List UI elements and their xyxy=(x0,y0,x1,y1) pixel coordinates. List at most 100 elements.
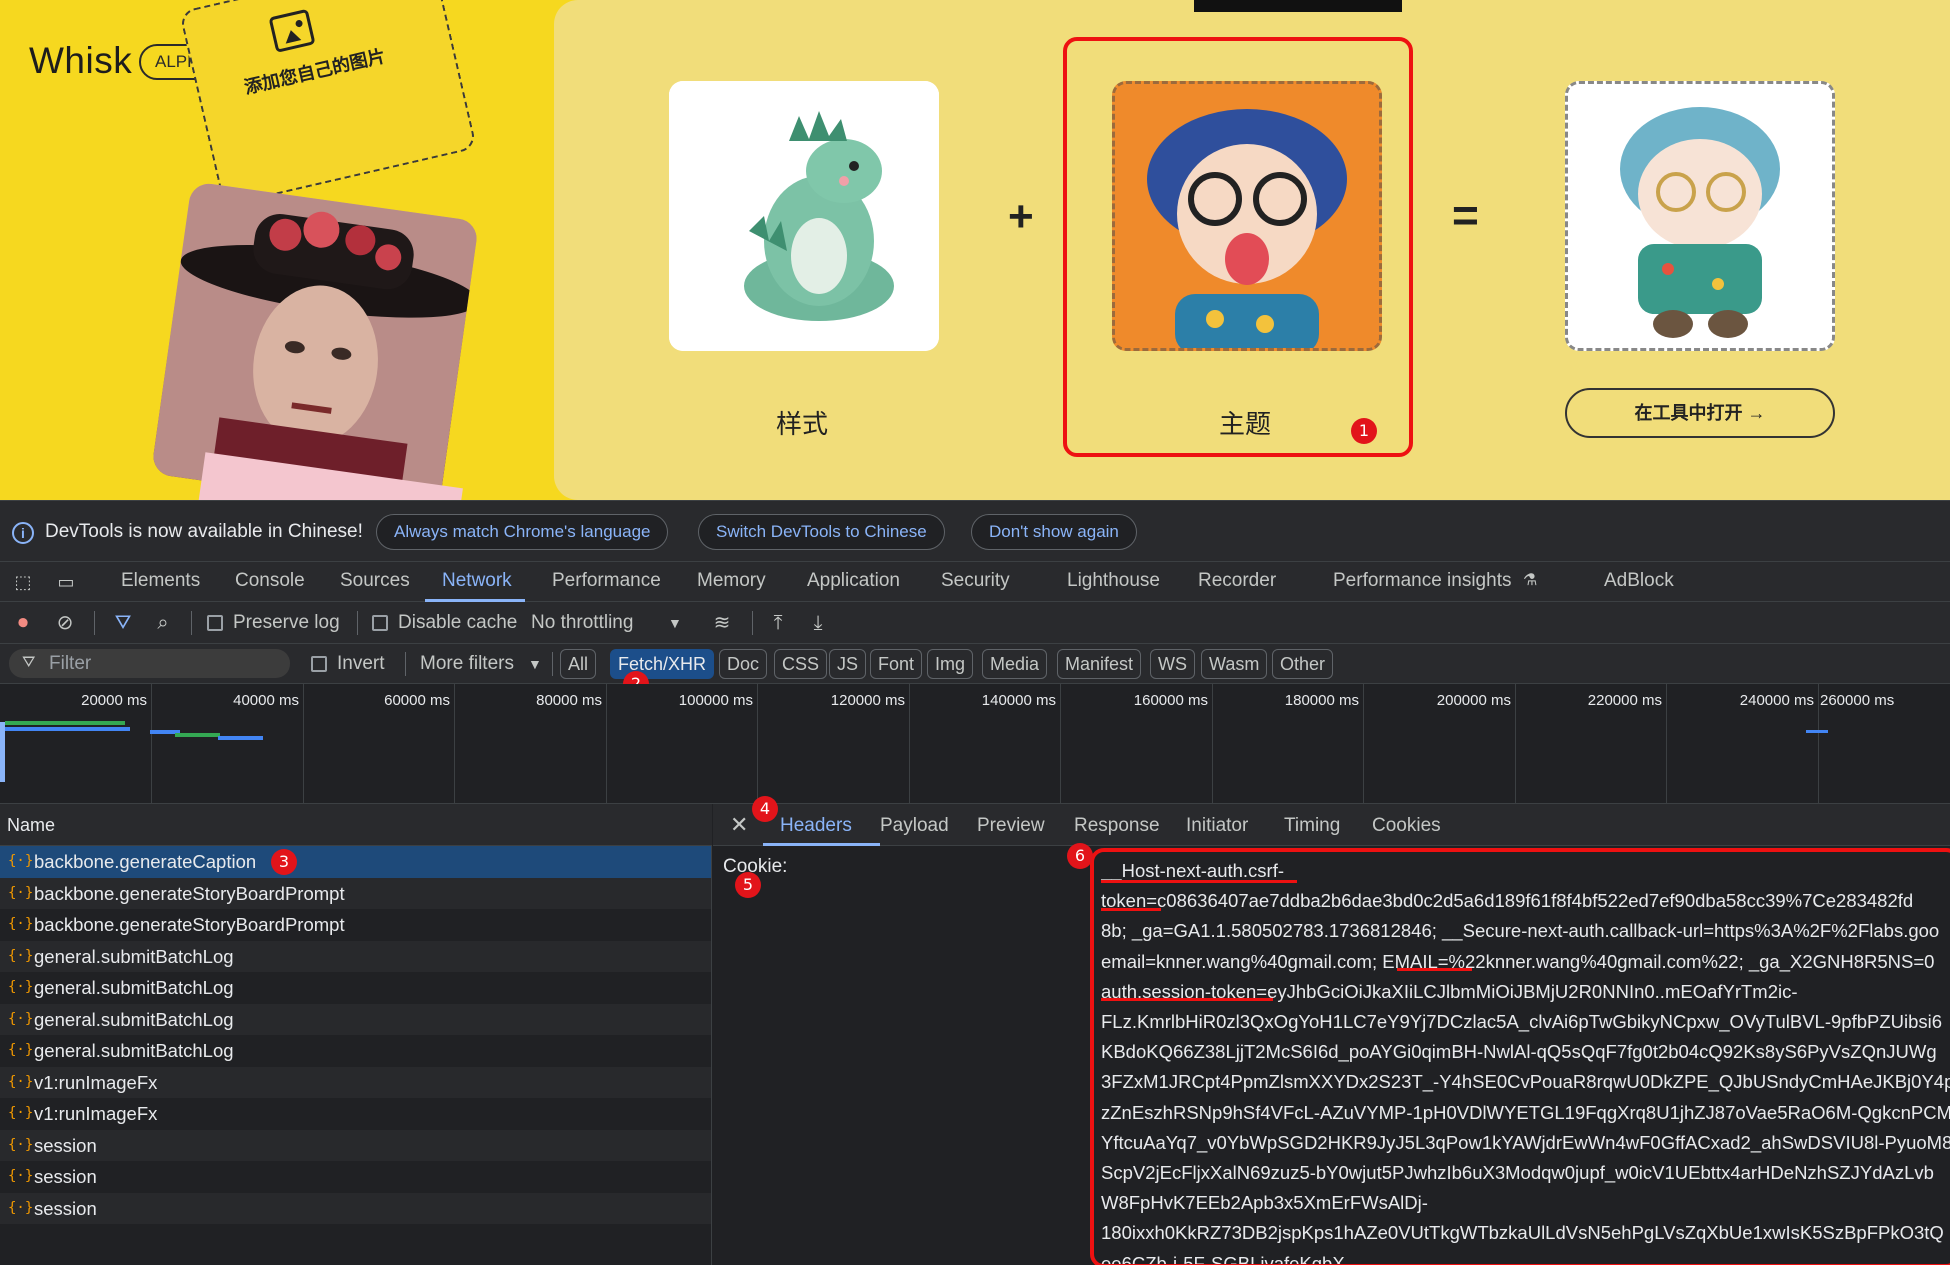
upload-image-card[interactable]: 添加您自己的图片 xyxy=(178,0,478,207)
devtools-tab-bar: ⬚ ▭ Elements Console Sources Network Per… xyxy=(0,562,1950,602)
open-in-tool-button[interactable]: 在工具中打开 → xyxy=(1565,388,1835,438)
more-filters-dropdown[interactable]: More filters xyxy=(420,653,514,675)
name-column-header[interactable]: Name xyxy=(0,804,712,846)
tab-payload[interactable]: Payload xyxy=(880,815,949,837)
preserve-log-label: Preserve log xyxy=(233,612,340,633)
tab-memory[interactable]: Memory xyxy=(697,570,766,592)
timeline-gridline xyxy=(1363,684,1364,804)
plus-operator: + xyxy=(1008,192,1034,241)
invert-checkbox[interactable] xyxy=(311,656,327,672)
request-row[interactable]: {·} backbone.generateStoryBoardPrompt xyxy=(0,909,711,941)
chevron-down-icon[interactable]: ▼ xyxy=(668,615,682,631)
request-row[interactable]: {·} backbone.generateStoryBoardPrompt xyxy=(0,877,711,909)
import-har-icon[interactable]: ⤒ xyxy=(766,611,790,635)
style-image[interactable] xyxy=(669,81,939,351)
dont-show-again-button[interactable]: Don't show again xyxy=(971,514,1137,550)
filter-funnel-icon[interactable]: ⛛ xyxy=(111,611,135,635)
top-handle xyxy=(1194,0,1402,12)
annotation-underline xyxy=(1397,968,1472,971)
network-conditions-icon[interactable]: ≋ xyxy=(710,611,734,635)
tab-elements[interactable]: Elements xyxy=(121,570,200,592)
tab-adblock[interactable]: AdBlock xyxy=(1604,570,1674,592)
request-row[interactable]: {·} backbone.generateCaption xyxy=(0,846,711,878)
request-name: general.submitBatchLog xyxy=(34,945,234,967)
request-list: Name {·} backbone.generateCaption {·} back… xyxy=(0,804,712,1265)
record-stop-icon[interactable]: ⏺ xyxy=(11,611,35,635)
filter-chip-doc[interactable]: Doc xyxy=(719,649,768,679)
filter-chip-js[interactable]: JS xyxy=(829,649,867,679)
filter-chip-img[interactable]: Img xyxy=(927,649,974,679)
tab-initiator[interactable]: Initiator xyxy=(1186,815,1248,837)
tab-headers[interactable]: Headers xyxy=(780,815,852,837)
request-name: session xyxy=(34,1166,97,1187)
request-row[interactable]: {·} general.submitBatchLog xyxy=(0,1035,711,1067)
tab-sources[interactable]: Sources xyxy=(340,570,410,592)
chevron-down-icon[interactable]: ▼ xyxy=(528,656,542,672)
toolbar-divider xyxy=(191,611,192,635)
tab-cookies[interactable]: Cookies xyxy=(1372,815,1441,837)
tab-performance-insights[interactable]: Performance insights xyxy=(1333,570,1511,592)
request-name: session xyxy=(34,1134,97,1156)
filter-chip-css[interactable]: CSS xyxy=(774,649,828,679)
filter-chip-manifest[interactable]: Manifest xyxy=(1057,649,1142,679)
inspect-element-icon[interactable]: ⬚ xyxy=(12,572,34,592)
search-icon[interactable]: ⌕ xyxy=(151,611,175,635)
request-row[interactable]: {·} v1:runImageFx xyxy=(0,1066,711,1098)
tab-recorder[interactable]: Recorder xyxy=(1198,570,1276,592)
export-har-icon[interactable]: ⤓ xyxy=(806,611,830,635)
tab-response[interactable]: Response xyxy=(1074,815,1160,837)
request-row[interactable]: {·} general.submitBatchLog xyxy=(0,972,711,1004)
timeline-gridline xyxy=(454,684,455,804)
xhr-icon: {·} xyxy=(8,916,34,932)
devtools-language-infobar: i DevTools is now available in Chinese! … xyxy=(0,500,1950,562)
filter-chip-other[interactable]: Other xyxy=(1272,649,1334,679)
disable-cache-checkbox[interactable] xyxy=(372,615,388,631)
filter-chip-wasm[interactable]: Wasm xyxy=(1201,649,1268,679)
active-detail-tab-indicator xyxy=(763,843,880,846)
tab-console[interactable]: Console xyxy=(235,570,305,592)
request-row[interactable]: {·} v1:runImageFx xyxy=(0,1098,711,1130)
filter-chip-media[interactable]: Media xyxy=(982,649,1048,679)
timeline-gridline xyxy=(1818,684,1819,804)
timeline-gridline xyxy=(1060,684,1061,804)
request-row[interactable]: {·} session xyxy=(0,1192,711,1224)
filter-chip-all[interactable]: All xyxy=(560,649,597,679)
filter-icon: ⛛ xyxy=(22,654,36,671)
timeline-gridline xyxy=(303,684,304,804)
tab-performance[interactable]: Performance xyxy=(552,570,661,592)
device-toolbar-icon[interactable]: ▭ xyxy=(55,572,77,592)
throttling-select[interactable]: No throttling xyxy=(531,612,633,634)
filter-input[interactable]: Filter xyxy=(9,649,290,678)
detail-tab-bar: ✕ Headers Payload Preview Response Initi… xyxy=(713,804,1950,846)
request-row[interactable]: {·} session xyxy=(0,1161,711,1193)
request-row[interactable]: {·} session xyxy=(0,1129,711,1161)
preserve-log-checkbox[interactable] xyxy=(207,615,223,631)
timeline-gridline xyxy=(1666,684,1667,804)
infobar-message: DevTools is now available in Chinese! xyxy=(45,521,363,542)
invert-label: Invert xyxy=(337,653,385,674)
tab-lighthouse[interactable]: Lighthouse xyxy=(1067,570,1160,592)
xhr-icon: {·} xyxy=(8,1136,34,1153)
image-icon xyxy=(268,8,316,53)
subject-photo[interactable] xyxy=(150,181,480,500)
tab-timing[interactable]: Timing xyxy=(1284,815,1340,837)
close-icon[interactable]: ✕ xyxy=(730,812,748,838)
toolbar-divider xyxy=(357,611,358,635)
network-overview-timeline[interactable]: 20000 ms 40000 ms 60000 ms 80000 ms 1000… xyxy=(0,684,1950,804)
match-language-button[interactable]: Always match Chrome's language xyxy=(376,514,669,550)
request-row[interactable]: {·} general.submitBatchLog xyxy=(0,1003,711,1035)
result-image[interactable] xyxy=(1565,81,1835,351)
tab-preview[interactable]: Preview xyxy=(977,815,1045,837)
filter-chip-ws[interactable]: WS xyxy=(1150,649,1195,679)
filter-chip-font[interactable]: Font xyxy=(870,649,923,679)
timeline-tick-label: 240000 ms xyxy=(1739,692,1814,709)
toolbar-divider xyxy=(94,611,95,635)
tab-network[interactable]: Network xyxy=(442,570,512,592)
switch-to-chinese-button[interactable]: Switch DevTools to Chinese xyxy=(698,514,945,550)
tab-application[interactable]: Application xyxy=(807,570,900,592)
timeline-tick-label: 220000 ms xyxy=(1587,692,1662,709)
tab-security[interactable]: Security xyxy=(941,570,1010,592)
request-row[interactable]: {·} general.submitBatchLog xyxy=(0,940,711,972)
clear-icon[interactable]: ⊘ xyxy=(53,611,77,635)
network-filter-bar: Filter ⛛ Invert More filters ▼ All Fetch… xyxy=(0,644,1950,697)
